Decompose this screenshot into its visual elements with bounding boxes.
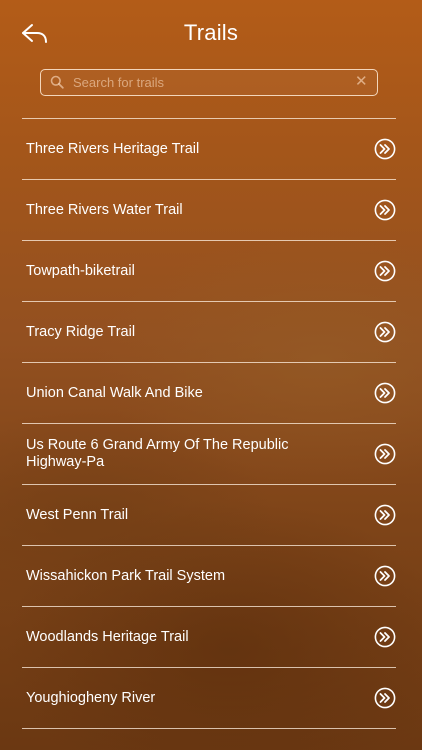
trail-list-item[interactable]: Woodlands Heritage Trail [22, 607, 396, 668]
search-icon [50, 75, 64, 89]
trail-name: Towpath-biketrail [26, 262, 135, 279]
trail-list-item[interactable]: Us Route 6 Grand Army Of The Republic Hi… [22, 424, 396, 485]
trail-name: Youghiogheny River [26, 689, 156, 706]
trail-name: Us Route 6 Grand Army Of The Republic Hi… [26, 437, 289, 470]
double-chevron-right-icon[interactable] [374, 321, 396, 343]
nav-header: Trails [0, 0, 422, 64]
double-chevron-right-icon[interactable] [374, 565, 396, 587]
clear-icon[interactable]: ✕ [355, 74, 368, 89]
trail-name: Woodlands Heritage Trail [26, 628, 189, 645]
trail-name: Three Rivers Water Trail [26, 201, 183, 218]
trail-name: Wissahickon Park Trail System [26, 567, 226, 584]
search-bar: ✕ [40, 69, 378, 96]
double-chevron-right-icon[interactable] [374, 626, 396, 648]
double-chevron-right-icon[interactable] [374, 199, 396, 221]
trail-name: Tracy Ridge Trail [26, 323, 136, 340]
trail-list: Three Rivers Heritage Trail Three Rivers … [22, 118, 396, 729]
double-chevron-right-icon[interactable] [374, 138, 396, 160]
trail-list-item[interactable]: Union Canal Walk And Bike [22, 363, 396, 424]
page-title: Trails [183, 20, 239, 45]
double-chevron-right-icon[interactable] [374, 260, 396, 282]
trail-list-item[interactable]: Tracy Ridge Trail [22, 302, 396, 363]
double-chevron-right-icon[interactable] [374, 443, 396, 465]
trail-list-item[interactable]: Youghiogheny River [22, 668, 396, 729]
double-chevron-right-icon[interactable] [374, 382, 396, 404]
double-chevron-right-icon[interactable] [374, 687, 396, 709]
trail-list-item[interactable]: Towpath-biketrail [22, 241, 396, 302]
trail-name: Three Rivers Heritage Trail [26, 140, 200, 157]
trail-list-item[interactable]: Three Rivers Water Trail [22, 180, 396, 241]
trail-list-item[interactable]: Three Rivers Heritage Trail [22, 119, 396, 180]
trail-list-item[interactable]: Wissahickon Park Trail System [22, 546, 396, 607]
trail-name: West Penn Trail [26, 506, 129, 523]
double-chevron-right-icon[interactable] [374, 504, 396, 526]
trail-list-item[interactable]: West Penn Trail [22, 485, 396, 546]
search-input[interactable] [73, 70, 343, 94]
trail-name: Union Canal Walk And Bike [26, 384, 203, 401]
